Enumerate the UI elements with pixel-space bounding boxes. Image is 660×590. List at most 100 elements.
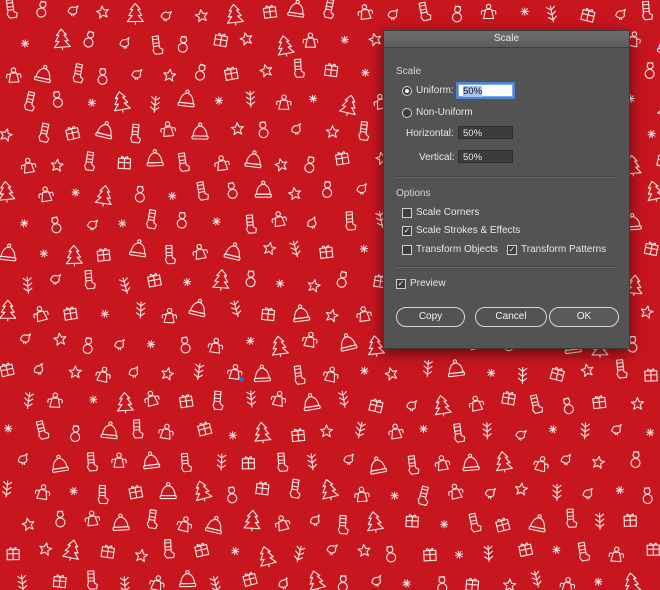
transform-objects-checkbox[interactable]: [402, 245, 412, 255]
stocking-motif: [86, 570, 99, 590]
star-motif: [0, 126, 14, 143]
snowman-motif: [69, 425, 82, 443]
non-uniform-radio[interactable]: [402, 108, 412, 118]
tree-motif: [338, 92, 360, 119]
stocking-motif: [288, 478, 303, 499]
gift-motif: [517, 541, 534, 557]
branch-motif: [517, 366, 528, 385]
transform-patterns-label: Transform Patterns: [521, 244, 607, 255]
stocking-motif: [416, 485, 432, 507]
snowman-motif: [49, 216, 63, 235]
bird-motif: [277, 577, 290, 590]
stocking-motif: [195, 180, 210, 202]
snowman-motif: [451, 5, 463, 23]
horizontal-input[interactable]: 50%: [458, 126, 513, 139]
bird-motif: [614, 8, 626, 21]
flake-motif: [360, 68, 371, 78]
scale-corners-checkbox[interactable]: [402, 208, 412, 218]
gift-motif: [52, 574, 67, 589]
snowman-motif: [55, 510, 66, 528]
flake-motif: [453, 549, 465, 560]
bird-motif: [356, 182, 367, 196]
copy-button[interactable]: Copy: [396, 307, 465, 327]
non-uniform-label: Non-Uniform: [416, 107, 473, 118]
snowman-motif: [641, 487, 654, 505]
hat-motif: [49, 453, 70, 474]
tree-motif: [52, 27, 72, 52]
tree-motif: [318, 477, 340, 503]
gift-motif: [261, 306, 276, 322]
stocking-motif: [615, 358, 628, 379]
preview-label: Preview: [410, 278, 446, 289]
tree-motif: [110, 89, 132, 115]
bird-motif: [19, 331, 32, 346]
snowman-motif: [134, 185, 146, 203]
uniform-input[interactable]: 50%: [458, 84, 513, 97]
angel-motif: [5, 67, 22, 83]
flake-motif: [439, 519, 449, 529]
tree-motif: [115, 391, 135, 415]
flake-motif: [117, 218, 128, 229]
ok-button[interactable]: OK: [549, 307, 619, 327]
tree-motif: [224, 2, 245, 27]
flake-motif: [551, 544, 562, 556]
scale-strokes-checkbox[interactable]: ✓: [402, 226, 412, 236]
angel-motif: [532, 454, 551, 473]
branch-motif: [22, 391, 35, 410]
flake-motif: [86, 97, 98, 109]
branch-motif: [16, 574, 28, 590]
angel-motif: [37, 185, 55, 203]
flake-motif: [18, 218, 30, 229]
reference-point-icon: [239, 377, 244, 382]
angel-motif: [175, 514, 194, 533]
options-section-label: Options: [396, 188, 431, 199]
stocking-motif: [145, 209, 160, 230]
stocking-motif: [293, 58, 306, 79]
snowman-motif: [335, 270, 349, 289]
hat-motif: [446, 358, 466, 378]
bird-motif: [387, 8, 399, 21]
angel-motif: [19, 156, 38, 174]
stocking-motif: [344, 211, 357, 231]
flake-motif: [614, 484, 626, 496]
tree-motif: [191, 478, 214, 504]
star-motif: [324, 307, 340, 323]
branch-motif: [245, 90, 256, 108]
stocking-motif: [276, 452, 289, 472]
gift-motif: [591, 394, 607, 410]
star-motif: [95, 4, 110, 19]
hat-motif: [337, 331, 358, 352]
uniform-radio[interactable]: [402, 86, 412, 96]
gift-motif: [196, 420, 213, 437]
branch-motif: [22, 276, 33, 295]
snowman-motif: [51, 90, 64, 109]
star-motif: [287, 186, 303, 201]
bird-motif: [32, 362, 45, 377]
branch-motif: [149, 95, 161, 114]
branch-motif: [193, 362, 205, 381]
branch-motif: [119, 575, 131, 590]
preview-checkbox[interactable]: ✓: [396, 279, 406, 289]
angel-motif: [34, 483, 52, 501]
snowman-motif: [436, 576, 448, 590]
branch-motif: [337, 390, 350, 409]
gift-motif: [465, 577, 480, 590]
tree-motif: [621, 571, 642, 590]
angel-motif: [191, 242, 209, 261]
hat-motif: [287, 0, 307, 18]
cancel-button[interactable]: Cancel: [475, 307, 547, 327]
flake-motif: [307, 93, 319, 104]
star-motif: [20, 516, 36, 532]
branch-motif: [216, 453, 227, 471]
star-motif: [52, 331, 68, 347]
tree-motif: [643, 178, 660, 205]
bird-motif: [49, 272, 62, 287]
vertical-input[interactable]: 50%: [458, 150, 513, 163]
transform-patterns-checkbox[interactable]: ✓: [507, 245, 517, 255]
tree-motif: [274, 33, 296, 59]
flake-motif: [520, 6, 530, 17]
angel-motif: [148, 573, 167, 590]
hat-motif: [367, 454, 388, 475]
flake-motif: [211, 216, 222, 227]
bird-motif: [130, 67, 143, 82]
